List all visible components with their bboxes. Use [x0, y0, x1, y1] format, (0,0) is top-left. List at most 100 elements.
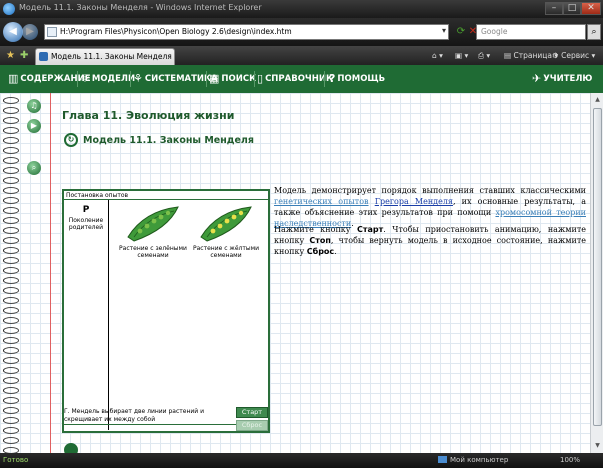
nav-reference-label: СПРАВОЧНИК — [265, 74, 333, 84]
start-button[interactable]: Старт — [236, 407, 268, 418]
spiral-ring — [3, 357, 19, 364]
nav-divider — [324, 71, 325, 87]
feeds-icon[interactable]: ▣ ▾ — [455, 51, 468, 60]
margin-line — [50, 93, 51, 453]
window-title: Модель 11.1. Законы Менделя - Windows In… — [19, 3, 262, 12]
text: . — [334, 247, 337, 256]
spiral-ring — [3, 157, 19, 164]
stop-keyword: Стоп — [309, 236, 331, 245]
spiral-ring — [3, 297, 19, 304]
generation-label: P Поколение родителей — [66, 205, 106, 231]
reset-button[interactable]: Сброс — [236, 420, 268, 431]
security-zone: Мой компьютер — [438, 456, 508, 464]
description-paragraph-1: Модель демонстрирует порядок выполнения … — [274, 185, 586, 229]
page-menu[interactable]: ▤ Страница ▾ — [504, 51, 558, 60]
spiral-ring — [3, 227, 19, 234]
zoom-level[interactable]: 100% — [560, 456, 580, 464]
tab-active[interactable]: Модель 11.1. Законы Менделя — [35, 48, 175, 65]
model-title: Модель 11.1. Законы Менделя — [83, 135, 254, 146]
yellow-plant-label: Растение с жёлтыми семенами — [193, 245, 259, 259]
page: ▥ СОДЕРЖАНИЕ ⚛ МОДЕЛИ ⚘ СИСТЕМАТИКА ▦ ПОИСК … — [0, 65, 603, 453]
nav-models-label: МОДЕЛИ — [91, 74, 136, 84]
spiral-ring — [3, 277, 19, 284]
help-icon: ? — [329, 72, 336, 85]
title-bar: Модель 11.1. Законы Менделя - Windows In… — [0, 0, 603, 18]
favorites-star-icon[interactable]: ★ — [6, 50, 15, 61]
close-button[interactable]: ✕ — [581, 2, 601, 15]
maximize-button[interactable]: □ — [563, 2, 581, 15]
reset-keyword: Сброс — [306, 247, 335, 256]
spiral-ring — [3, 107, 19, 114]
vertical-scrollbar[interactable]: ▲ ▼ — [590, 93, 603, 453]
spiral-ring — [3, 337, 19, 344]
nav-search-label: ПОИСК — [221, 74, 257, 84]
reference-icon: ▯ — [257, 72, 264, 85]
app-nav: ▥ СОДЕРЖАНИЕ ⚛ МОДЕЛИ ⚘ СИСТЕМАТИКА ▦ ПОИСК … — [0, 65, 603, 93]
tools-menu-label: Сервис — [561, 51, 590, 60]
link-mendel[interactable]: Грегора Менделя — [375, 197, 453, 206]
spiral-ring — [3, 427, 19, 434]
nav-help[interactable]: ? ПОМОЩЬ — [329, 72, 385, 85]
spiral-ring — [3, 397, 19, 404]
spiral-ring — [3, 247, 19, 254]
forward-button[interactable]: ▶ — [22, 24, 38, 40]
spiral-ring — [3, 367, 19, 374]
search-placeholder: Google — [481, 27, 508, 36]
content-area: ♫ ▶ ⌕ Глава 11. Эволюция жизни ↻ Модель … — [0, 93, 590, 453]
spiral-ring — [3, 267, 19, 274]
chevron-down-icon[interactable]: ▾ — [442, 26, 446, 35]
tools-menu[interactable]: ⚙ Сервис ▾ — [552, 51, 595, 60]
spiral-ring — [3, 407, 19, 414]
systematics-icon: ⚘ — [133, 72, 143, 85]
nav-systematics[interactable]: ⚘ СИСТЕМАТИКА — [133, 72, 218, 85]
spiral-ring — [3, 377, 19, 384]
spiral-ring — [3, 187, 19, 194]
search-input[interactable]: Google — [476, 24, 586, 40]
tab-label: Модель 11.1. Законы Менделя — [51, 52, 172, 61]
nav-contents[interactable]: ▥ СОДЕРЖАНИЕ — [8, 72, 91, 85]
spiral-ring — [3, 287, 19, 294]
scroll-up-icon[interactable]: ▲ — [592, 94, 603, 105]
search-icon: ▦ — [209, 72, 220, 85]
nav-search[interactable]: ▦ ПОИСК — [209, 72, 256, 85]
text: Модель демонстрирует порядок выполнения … — [274, 186, 586, 195]
back-button[interactable]: ◀ — [3, 22, 23, 42]
tab-page-icon — [39, 52, 48, 61]
yellow-pea-pod-icon — [200, 206, 252, 242]
model-icon: ↻ — [64, 133, 78, 147]
models-icon: ⚛ — [80, 72, 90, 85]
zoom-icon[interactable]: ⌕ — [27, 161, 41, 175]
print-icon[interactable]: ⎙ ▾ — [478, 51, 490, 61]
nav-divider — [77, 71, 78, 87]
tab-bar: ★ ✚ Модель 11.1. Законы Менделя ⌂ ▾ ▣ ▾ … — [0, 46, 603, 65]
nav-models[interactable]: ⚛ МОДЕЛИ — [80, 72, 135, 85]
sim-header: Постановка опытов — [64, 191, 268, 200]
zone-label: Мой компьютер — [450, 456, 509, 464]
spiral-ring — [3, 237, 19, 244]
spiral-ring — [3, 167, 19, 174]
spiral-ring — [3, 177, 19, 184]
nav-reference[interactable]: ▯ СПРАВОЧНИК — [257, 72, 333, 85]
scroll-thumb[interactable] — [593, 108, 602, 426]
add-favorites-icon[interactable]: ✚ — [20, 50, 28, 61]
url-field[interactable]: H:\Program Files\Physicon\Open Biology 2… — [44, 24, 449, 40]
nav-divider — [206, 71, 207, 87]
notebook-spiral — [0, 93, 22, 453]
status-text: Готово — [3, 456, 29, 464]
next-icon[interactable] — [64, 443, 78, 453]
minimize-button[interactable]: – — [545, 2, 563, 15]
nav-teacher[interactable]: ✈ УЧИТЕЛЮ — [532, 72, 592, 85]
home-icon[interactable]: ⌂ ▾ — [432, 51, 443, 60]
spiral-ring — [3, 257, 19, 264]
nav-help-label: ПОМОЩЬ — [337, 74, 386, 84]
scroll-down-icon[interactable]: ▼ — [592, 440, 603, 451]
page-icon — [47, 27, 57, 37]
spiral-ring — [3, 437, 19, 444]
spiral-ring — [3, 197, 19, 204]
link-genetic-experiments[interactable]: генетических опытов — [274, 197, 369, 206]
url-text: H:\Program Files\Physicon\Open Biology 2… — [60, 27, 292, 36]
play-icon[interactable]: ▶ — [27, 119, 41, 133]
spiral-ring — [3, 137, 19, 144]
search-icon[interactable]: ⌕ — [587, 24, 601, 40]
music-icon[interactable]: ♫ — [27, 99, 41, 113]
